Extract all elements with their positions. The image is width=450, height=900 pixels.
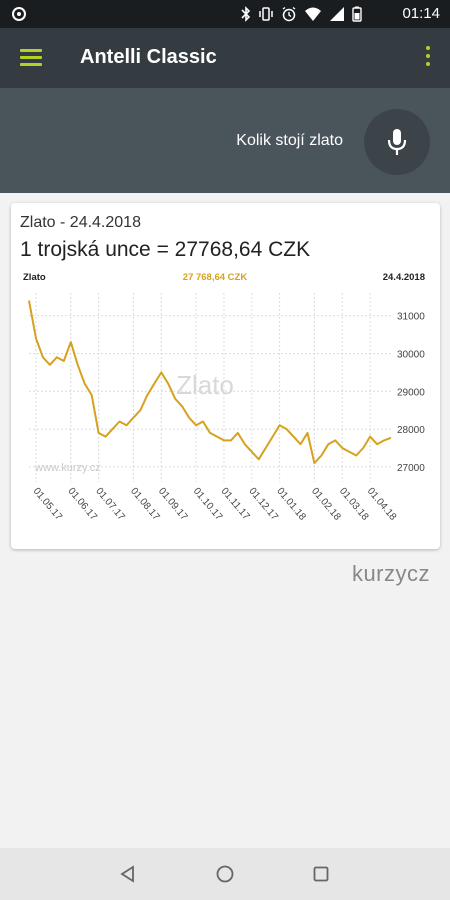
more-options-icon[interactable] bbox=[424, 46, 432, 70]
x-tick-label: 01.09.17 bbox=[156, 486, 190, 523]
gold-price-card[interactable]: Zlato - 24.4.2018 1 trojská unce = 27768… bbox=[11, 203, 440, 549]
voice-query-text: Kolik stojí zlato bbox=[236, 132, 343, 149]
y-tick-label: 31000 bbox=[397, 312, 425, 323]
x-tick-label: 01.07.17 bbox=[93, 486, 127, 523]
chart-header-left: Zlato bbox=[23, 272, 46, 283]
chart-header-right: 24.4.2018 bbox=[383, 272, 425, 283]
y-tick-label: 27000 bbox=[397, 463, 425, 474]
microphone-icon bbox=[387, 129, 407, 155]
signal-icon bbox=[330, 7, 344, 21]
microphone-button[interactable] bbox=[364, 109, 430, 175]
vibrate-icon bbox=[259, 7, 273, 21]
y-tick-label: 28000 bbox=[397, 425, 425, 436]
notification-icon bbox=[12, 7, 26, 21]
wifi-icon bbox=[305, 7, 321, 21]
y-tick-label: 29000 bbox=[397, 387, 425, 398]
navigation-bar bbox=[0, 848, 450, 900]
chart-watermark: Zlato bbox=[176, 370, 234, 400]
bluetooth-icon bbox=[241, 6, 251, 22]
status-time: 01:14 bbox=[402, 5, 440, 22]
menu-icon[interactable] bbox=[20, 49, 42, 67]
home-icon[interactable] bbox=[215, 864, 235, 884]
recents-icon[interactable] bbox=[311, 864, 331, 884]
chart-header-center: 27 768,64 CZK bbox=[183, 272, 248, 283]
chart-svg: Zlato 27 768,64 CZK 24.4.2018 Zlato www.… bbox=[23, 272, 425, 523]
gold-price-chart: Zlato 27 768,64 CZK 24.4.2018 Zlato www.… bbox=[17, 269, 435, 545]
status-bar: 01:14 bbox=[0, 0, 450, 28]
battery-icon bbox=[352, 6, 362, 22]
app-bar: Antelli Classic bbox=[0, 28, 450, 88]
x-tick-label: 01.01.18 bbox=[274, 486, 308, 523]
back-icon[interactable] bbox=[118, 864, 138, 884]
chart-source-label: www.kurzy.cz bbox=[34, 462, 101, 474]
alarm-icon bbox=[282, 6, 296, 22]
y-tick-label: 30000 bbox=[397, 349, 425, 360]
kurzy-logo: kurzycz bbox=[351, 561, 430, 586]
status-icons bbox=[241, 5, 362, 23]
app-title: Antelli Classic bbox=[80, 46, 217, 68]
x-tick-label: 01.04.18 bbox=[365, 486, 399, 523]
x-tick-label: 01.05.17 bbox=[31, 486, 65, 523]
card-date: Zlato - 24.4.2018 bbox=[20, 214, 141, 231]
card-price: 1 trojská unce = 27768,64 CZK bbox=[20, 238, 311, 261]
